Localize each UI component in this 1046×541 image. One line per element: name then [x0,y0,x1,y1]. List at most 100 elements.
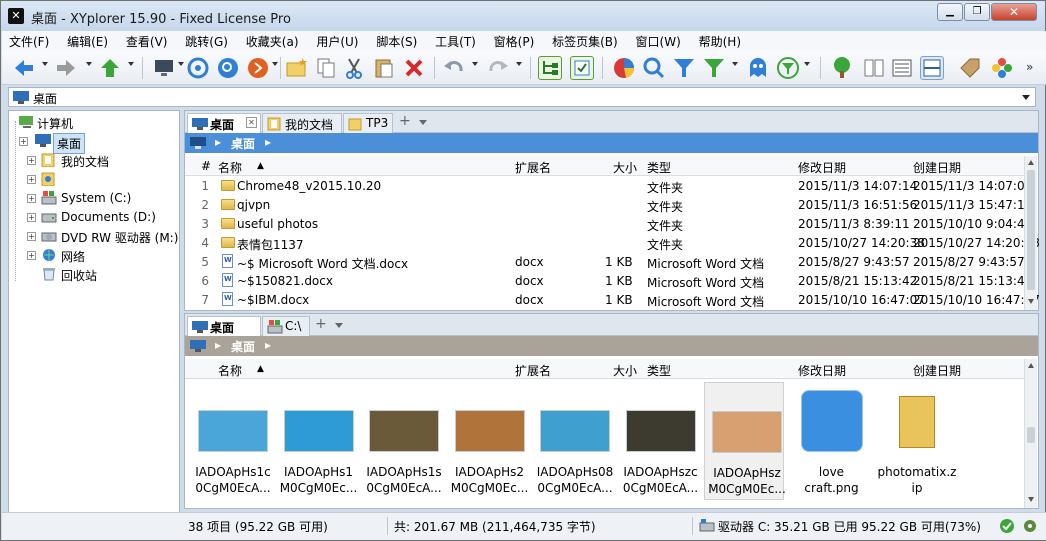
thumbnail-item[interactable]: IADOApHszc 0CgM0EcA... [619,382,699,500]
tree-item-documents-drive[interactable]: + Documents (D:) [15,209,165,227]
tree-view-icon[interactable] [538,56,562,80]
thumbnail-item[interactable]: IADOApHsz M0CgM0Ec... [704,382,786,500]
tree-expand-toggle[interactable]: + [27,251,36,260]
redo-icon[interactable] [486,56,510,80]
menu-go[interactable]: 跳转(G) [178,31,235,50]
settings-icon[interactable] [1022,518,1038,534]
tab-c-drive[interactable]: C:\ [262,316,310,336]
column-modified[interactable]: 修改日期 [798,159,846,176]
column-extension[interactable]: 扩展名 [515,362,551,379]
file-row[interactable]: 3 useful photos 文件夹 2015/11/3 8:39:11 2015/1… [185,215,1032,234]
filter-circle-icon[interactable] [776,56,800,80]
target-icon[interactable] [186,56,210,80]
tree-item-computer[interactable]: 计算机 [15,114,165,132]
address-bar[interactable]: 桌面 [8,87,1036,107]
tree-expand-toggle[interactable]: + [19,137,28,146]
pie-chart-icon[interactable] [612,56,636,80]
up-dropdown-icon[interactable] [128,62,134,66]
column-extension[interactable]: 扩展名 [515,159,551,176]
ghost-icon[interactable] [746,56,770,80]
menu-view[interactable]: 查看(V) [119,31,175,50]
tab-list-dropdown-icon[interactable] [335,323,343,328]
check-ok-icon[interactable] [999,518,1015,534]
address-dropdown-icon[interactable] [1022,95,1030,100]
tree-item-recycle-bin[interactable]: 回收站 [15,266,165,284]
menu-file[interactable]: 文件(F) [2,31,56,50]
back-dropdown-icon[interactable] [42,62,48,66]
menu-panes[interactable]: 窗格(P) [487,31,542,50]
redo-dropdown-icon[interactable] [516,62,522,66]
menu-user[interactable]: 用户(U) [309,31,365,50]
toolbar-overflow-icon[interactable]: » [1026,56,1046,80]
scroll-down-icon[interactable] [1028,299,1034,304]
column-modified[interactable]: 修改日期 [798,362,846,379]
find-magnifier-icon[interactable] [642,56,666,80]
scrollbar[interactable] [1024,359,1037,508]
tab-desktop[interactable]: 桌面 [187,316,261,337]
new-tab-icon[interactable]: + [399,113,411,129]
tab-desktop[interactable]: 桌面 ✕ [187,113,261,134]
menu-tabsets[interactable]: 标签页集(B) [545,31,625,50]
thumbnail-item[interactable]: IADOApHs2 M0CgM0Ec... [448,382,528,500]
tree-item-desktop[interactable]: + 桌面 [15,133,165,154]
menu-window[interactable]: 窗口(W) [629,31,688,50]
scroll-thumb[interactable] [1027,427,1035,443]
menu-favorites[interactable]: 收藏夹(a) [239,31,306,50]
thumbnail-item[interactable]: IADOApHs1 M0CgM0Ec... [277,382,357,500]
column-num[interactable]: # [201,159,211,173]
back-arrow-icon[interactable] [12,56,36,80]
scrollbar[interactable] [1024,156,1037,310]
breadcrumb-item[interactable]: 桌面 [231,338,255,355]
tree-item-network[interactable]: + 网络 [15,247,165,265]
column-size[interactable]: 大小 [613,159,637,176]
tree-green-icon[interactable] [830,56,854,80]
tab-list-dropdown-icon[interactable] [419,120,427,125]
thumbnail-item[interactable]: love craft.png [790,382,870,500]
filter-blue-icon[interactable] [672,56,696,80]
color-flower-icon[interactable] [990,56,1014,80]
checkbox-icon[interactable] [570,56,594,80]
column-size[interactable]: 大小 [613,362,637,379]
file-row[interactable]: 7 ~$IBM.docx docx 1 KB Microsoft Word 文档 2015… [185,291,1040,310]
tree-expand-toggle[interactable]: + [27,156,36,165]
tree-expand-toggle[interactable]: + [27,194,36,203]
forward-arrow-icon[interactable] [54,56,78,80]
scroll-down-icon[interactable] [1028,497,1034,502]
tree-item-system-drive[interactable]: + System (C:) [15,190,165,208]
menu-edit[interactable]: 编辑(E) [60,31,115,50]
thumbnail-item[interactable]: IADOApHs1c 0CgM0EcA... [191,382,271,500]
thumbnail-item[interactable]: IADOApHs1s 0CgM0EcA... [362,382,442,500]
tree-item-user[interactable]: + [15,171,165,189]
details-view-icon[interactable] [890,56,914,80]
tab-close-icon[interactable]: ✕ [246,117,257,128]
breadcrumb-item[interactable]: 桌面 [231,135,255,152]
file-row[interactable]: 6 ~$150821.docx docx 1 KB Microsoft Word 文档 2… [185,272,1032,291]
cut-scissors-icon[interactable] [342,56,366,80]
dual-pane-icon[interactable] [862,56,886,80]
menu-scripting[interactable]: 脚本(S) [369,31,424,50]
new-tab-icon[interactable]: + [315,316,327,332]
desktop-monitor-icon[interactable] [152,56,176,80]
menu-help[interactable]: 帮助(H) [692,31,748,50]
scroll-up-icon[interactable] [1028,363,1034,368]
copy-icon[interactable] [314,56,338,80]
menu-tools[interactable]: 工具(T) [428,31,483,50]
next-circle-icon[interactable] [246,56,270,80]
column-created[interactable]: 创建日期 [913,362,961,379]
next-dropdown-icon[interactable] [272,62,278,66]
thumbnail-item[interactable]: IADOApHs08 0CgM0EcA... [533,382,613,500]
scroll-thumb[interactable] [1027,170,1035,290]
tree-item-my-documents[interactable]: + 我的文档 [15,152,165,170]
tag-icon[interactable] [958,56,982,80]
delete-x-icon[interactable] [402,56,426,80]
tree-expand-toggle[interactable]: + [27,175,36,184]
undo-icon[interactable] [442,56,466,80]
tab-tp3[interactable]: TP3 [343,113,393,133]
tab-my-documents[interactable]: 我的文档 [262,113,342,133]
filter-circle-dropdown-icon[interactable] [804,62,810,66]
tree-expand-toggle[interactable]: + [27,232,36,241]
column-type[interactable]: 类型 [647,362,671,379]
forward-dropdown-icon[interactable] [86,62,92,66]
tree-item-dvd-drive[interactable]: + DVD RW 驱动器 (M:) [15,228,178,246]
up-arrow-icon[interactable] [98,56,122,80]
